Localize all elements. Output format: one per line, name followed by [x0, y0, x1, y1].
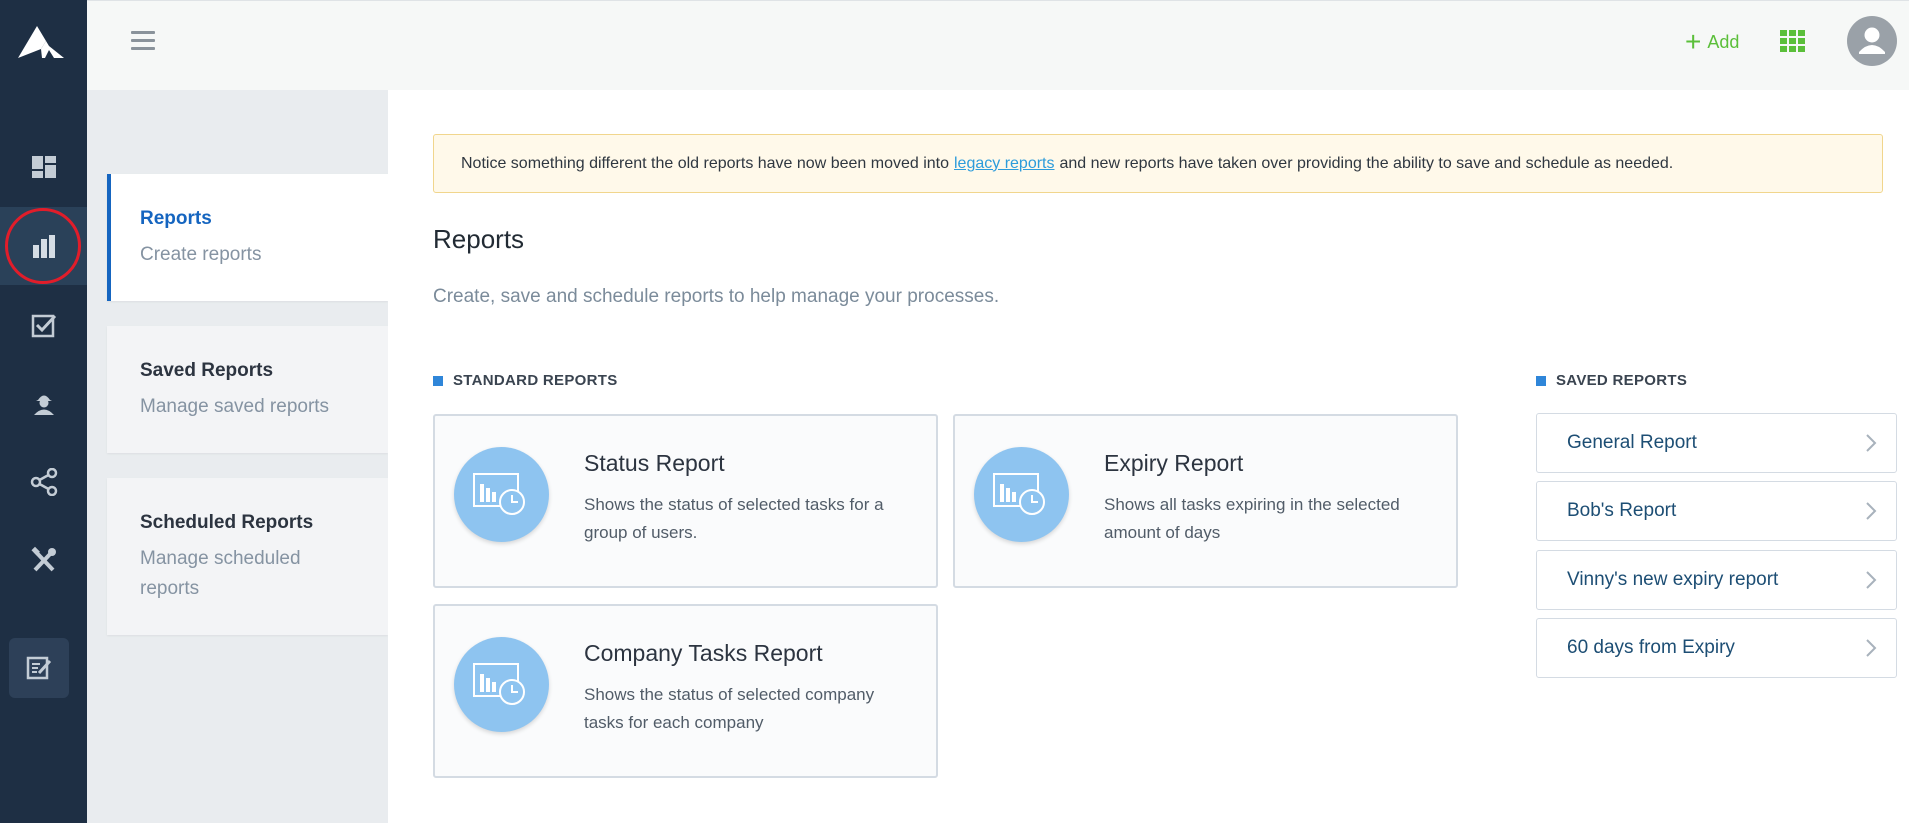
tools-icon	[30, 546, 56, 572]
report-icon	[454, 637, 549, 732]
app-rail	[0, 0, 87, 823]
report-card-description: Shows the status of selected company tas…	[584, 685, 875, 732]
nav-share[interactable]	[0, 443, 87, 521]
side-item-subtitle: Create reports	[140, 244, 262, 265]
nav-workers[interactable]	[0, 364, 87, 442]
saved-report-item[interactable]: Vinny's new expiry report	[1536, 550, 1897, 610]
notice-text-after: and new reports have taken over providin…	[1059, 154, 1674, 172]
plus-icon: +	[1685, 26, 1702, 57]
nav-notes[interactable]	[9, 638, 69, 698]
report-card-company-tasks[interactable]: Company Tasks Report Shows the status of…	[433, 604, 938, 778]
section-marker	[433, 375, 443, 386]
chevron-right-icon	[1866, 502, 1877, 520]
side-item-reports[interactable]: Reports Create reports	[107, 174, 388, 301]
side-item-scheduled-reports[interactable]: Scheduled Reports Manage scheduled repor…	[107, 478, 388, 635]
add-button-label: Add	[1707, 31, 1740, 52]
saved-report-item[interactable]: Bob's Report	[1536, 481, 1897, 541]
checkbox-icon	[31, 314, 56, 338]
report-card-title: Company Tasks Report	[584, 640, 823, 666]
logo-icon[interactable]	[18, 24, 64, 58]
nav-tasks[interactable]	[0, 286, 87, 364]
top-bar: + Add	[87, 0, 1909, 90]
worker-icon	[33, 395, 54, 415]
apps-grid-icon[interactable]	[1780, 30, 1806, 52]
saved-reports-heading-label: SAVED REPORTS	[1556, 372, 1688, 389]
chevron-right-icon	[1866, 571, 1877, 589]
saved-reports-heading: SAVED REPORTS	[1536, 372, 1687, 389]
side-item-title: Saved Reports	[140, 360, 274, 381]
notice-text-before: Notice something different the old repor…	[461, 154, 949, 172]
saved-report-label: Vinny's new expiry report	[1567, 569, 1779, 590]
side-item-title: Reports	[140, 208, 212, 229]
notice-banner: Notice something different the old repor…	[433, 134, 1883, 193]
chevron-right-icon	[1866, 639, 1877, 657]
report-card-title: Expiry Report	[1104, 450, 1244, 476]
saved-report-item[interactable]: 60 days from Expiry	[1536, 618, 1897, 678]
saved-report-label: 60 days from Expiry	[1567, 637, 1735, 658]
side-item-saved-reports[interactable]: Saved Reports Manage saved reports	[107, 326, 388, 453]
side-item-subtitle: Manage scheduled reports	[140, 548, 301, 599]
dashboard-icon	[31, 156, 56, 178]
report-card-status[interactable]: Status Report Shows the status of select…	[433, 414, 938, 588]
side-item-title: Scheduled Reports	[140, 512, 314, 533]
add-button[interactable]: + Add	[1685, 27, 1739, 57]
report-card-title: Status Report	[584, 450, 725, 476]
avatar[interactable]	[1847, 16, 1897, 66]
user-icon	[1859, 27, 1885, 54]
section-marker	[1536, 375, 1546, 386]
standard-reports-heading-label: STANDARD REPORTS	[453, 372, 618, 389]
standard-reports-heading: STANDARD REPORTS	[433, 372, 618, 389]
report-icon	[974, 447, 1069, 542]
nav-tools[interactable]	[0, 521, 87, 599]
report-card-description: Shows all tasks expiring in the selected…	[1104, 495, 1400, 542]
page-title: Reports	[433, 224, 525, 254]
saved-report-item[interactable]: General Report	[1536, 413, 1897, 473]
reports-side-panel: Reports Create reports Saved Reports Man…	[87, 90, 388, 823]
main-content: Notice something different the old repor…	[388, 90, 1909, 823]
legacy-reports-link[interactable]: legacy reports	[954, 155, 1055, 173]
side-item-subtitle: Manage saved reports	[140, 396, 330, 417]
saved-report-label: Bob's Report	[1567, 500, 1677, 521]
menu-icon[interactable]	[131, 31, 155, 55]
chevron-right-icon	[1866, 434, 1877, 452]
nav-dashboard[interactable]	[0, 128, 87, 206]
saved-report-label: General Report	[1567, 432, 1697, 453]
report-card-expiry[interactable]: Expiry Report Shows all tasks expiring i…	[953, 414, 1458, 588]
page-subtitle: Create, save and schedule reports to hel…	[433, 286, 1000, 307]
share-icon	[30, 468, 57, 496]
highlight-circle	[5, 208, 81, 284]
edit-note-icon	[26, 656, 52, 680]
report-icon	[454, 447, 549, 542]
report-card-description: Shows the status of selected tasks for a…	[584, 495, 884, 542]
